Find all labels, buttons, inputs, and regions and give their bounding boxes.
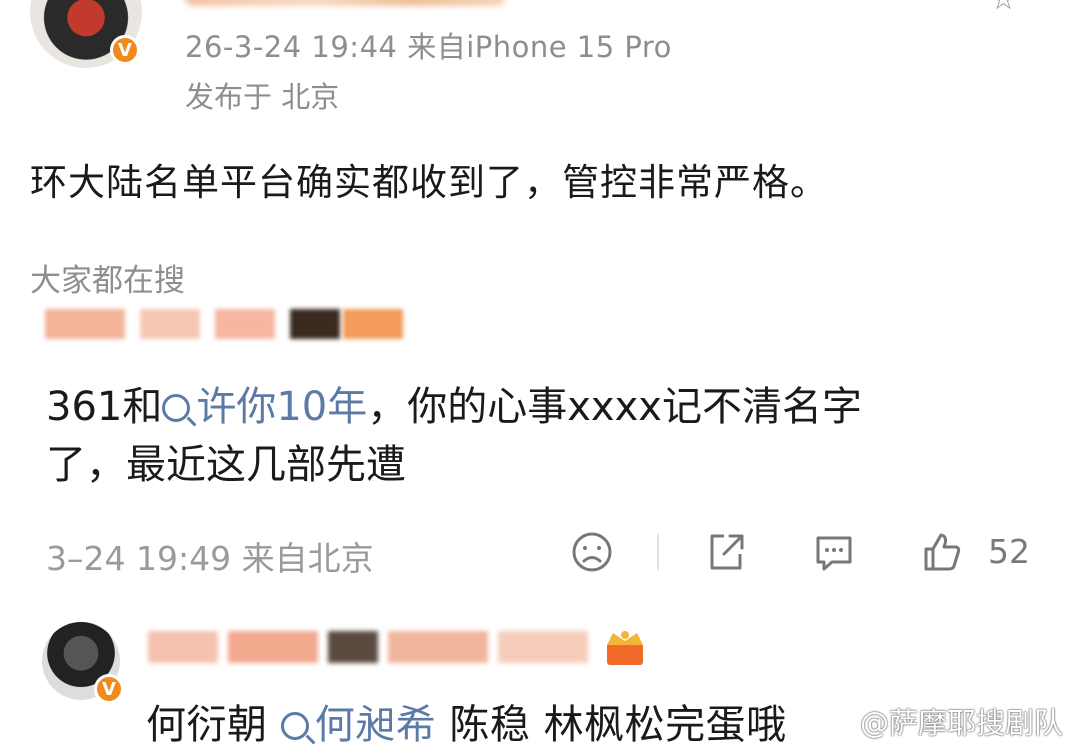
post-text: 环大陆名单平台确实都收到了，管控非常严格。 [30,161,828,204]
topic-link-label: 许你10年 [196,384,368,430]
dislike-face-icon[interactable] [570,530,614,574]
topic-link[interactable]: 许你10年 [162,384,367,430]
reply-prefix: 何衍朝 [146,702,281,748]
author-name-redacted[interactable] [185,0,505,6]
trending-search-redacted[interactable] [45,305,405,343]
verified-badge-icon: V [94,674,124,704]
comment-text: 361和 许你10年，你的心事xxxx记不清名字 了，最近这几部先遭 [46,378,1046,494]
comment-rest: ，你的心事xxxx记不清名字 [367,384,862,430]
topic-link-label: 何昶希 [314,702,437,748]
search-icon [162,394,191,422]
comment-prefix: 361和 [46,384,163,430]
like-icon[interactable] [920,530,964,574]
reply-text: 何衍朝 何昶希 陈稳 林枫松完蛋哦 [146,692,787,750]
trending-search-label: 大家都在搜 [30,263,185,299]
comment-meta: 3–24 19:49 来自北京 [46,539,374,578]
like-count: 52 [988,532,1030,571]
comment-icon[interactable] [812,530,856,574]
watermark: @萨摩耶搜剧队 [860,706,1064,740]
reply-rest: 陈稳 林枫松完蛋哦 [436,702,787,748]
search-icon [280,712,309,740]
share-icon[interactable] [704,530,748,574]
verified-badge-icon: V [110,35,140,65]
action-divider [657,534,659,570]
topic-link[interactable]: 何昶希 [280,702,437,748]
star-icon[interactable]: ☆ [990,0,1024,15]
crown-icon [607,631,643,665]
post-ip-location: 发布于 北京 [185,80,340,114]
reply-author-name-redacted[interactable] [148,625,598,667]
comment-line2: 了，最近这几部先遭 [46,442,406,488]
post-meta: 26-3-24 19:44 来自iPhone 15 Pro [185,30,672,64]
